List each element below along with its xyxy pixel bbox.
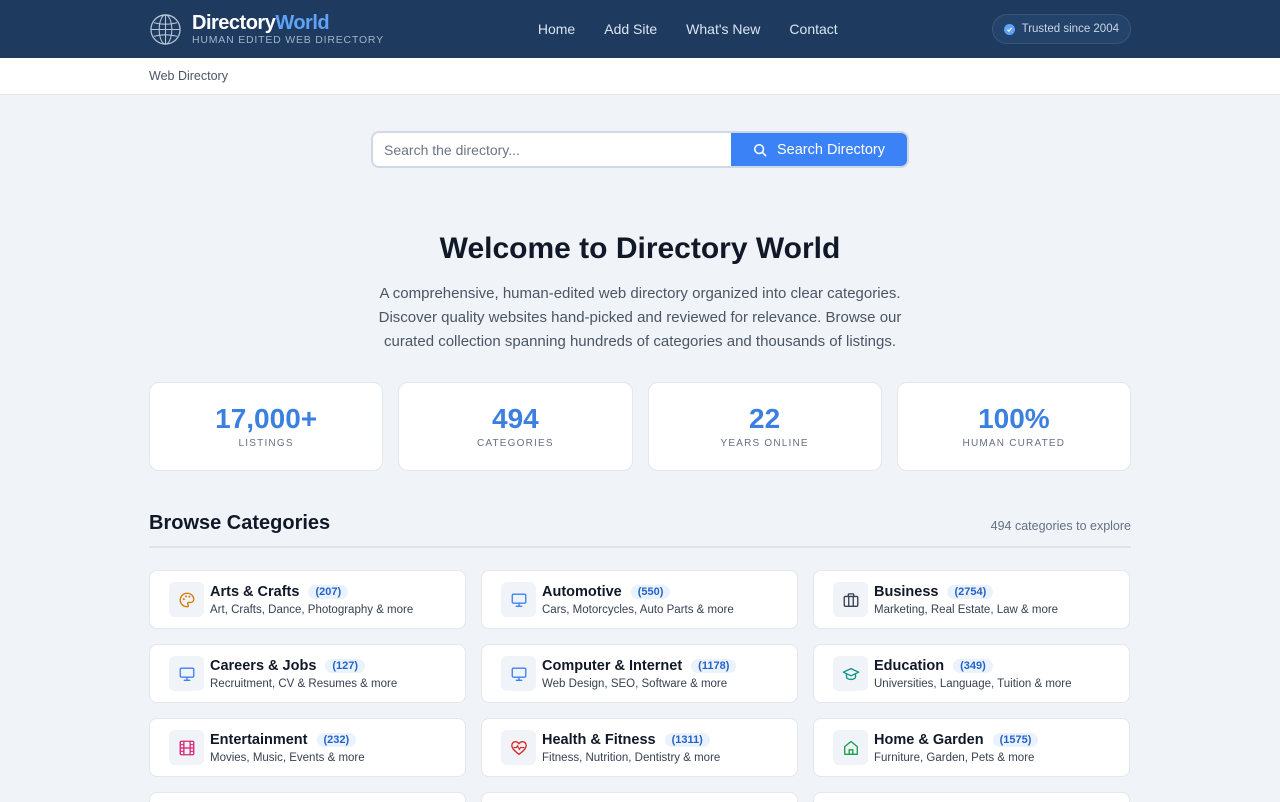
logo-title: DirectoryWorld [192, 11, 330, 34]
nav-contact[interactable]: Contact [789, 21, 837, 37]
category-subcategories: Furniture, Garden, Pets & more [874, 751, 1035, 764]
category-subcategories: Marketing, Real Estate, Law & more [874, 603, 1059, 616]
nav-add-site[interactable]: Add Site [604, 21, 657, 37]
category-card-entertainment[interactable]: Entertainment (232) Movies, Music, Event… [149, 718, 466, 777]
stats-row: 17,000+ LISTINGS 494 CATEGORIES 22 YEARS… [149, 382, 1131, 471]
logo-tagline: HUMAN EDITED WEB DIRECTORY [192, 33, 384, 46]
stat-label: YEARS ONLINE [720, 438, 809, 449]
hero-description: A comprehensive, human-edited web direct… [378, 285, 902, 350]
search-bar: Search Directory [371, 131, 909, 168]
globe-icon [150, 13, 181, 45]
monitor-icon [169, 656, 204, 691]
category-name[interactable]: Arts & Crafts [210, 584, 299, 600]
search-button-label: Search Directory [777, 141, 885, 158]
trusted-badge: Trusted since 2004 [991, 14, 1131, 44]
category-name[interactable]: Home & Garden [874, 732, 984, 748]
stat-value: 494 [492, 403, 539, 434]
category-subcategories: Movies, Music, Events & more [210, 751, 365, 764]
category-card-education[interactable]: Education (349) Universities, Language, … [813, 644, 1130, 703]
search-button[interactable]: Search Directory [731, 133, 907, 166]
category-grid: Arts & Crafts (207) Art, Crafts, Dance, … [149, 570, 1131, 802]
stat-card-years: 22 YEARS ONLINE [647, 382, 882, 471]
category-card-home-garden[interactable]: Home & Garden (1575) Furniture, Garden, … [813, 718, 1130, 777]
category-count-badge: (1311) [664, 732, 710, 747]
category-count-badge: (127) [325, 658, 366, 673]
monitor-icon [501, 582, 536, 617]
stat-label: LISTINGS [238, 438, 294, 449]
site-header: DirectoryWorld HUMAN EDITED WEB DIRECTOR… [0, 0, 1280, 58]
stat-label: HUMAN CURATED [962, 438, 1066, 449]
browse-count: 494 categories to explore [990, 519, 1131, 533]
monitor-icon [501, 656, 536, 691]
category-name[interactable]: Careers & Jobs [210, 658, 316, 674]
breadcrumb[interactable]: Web Directory [149, 69, 228, 83]
heart-pulse-icon [501, 730, 536, 765]
category-subcategories: Cars, Motorcycles, Auto Parts & more [542, 603, 734, 616]
check-badge-icon [1003, 23, 1015, 35]
category-name[interactable]: Health & Fitness [542, 732, 656, 748]
category-card-arts-crafts[interactable]: Arts & Crafts (207) Art, Crafts, Dance, … [149, 570, 466, 629]
page-title: Welcome to Directory World [439, 232, 841, 265]
category-name[interactable]: Entertainment [210, 732, 308, 748]
category-count-badge: (1575) [992, 732, 1039, 747]
nav-whats-new[interactable]: What's New [686, 21, 760, 37]
category-count-badge: (2754) [947, 584, 994, 599]
stat-card-categories: 494 CATEGORIES [398, 382, 633, 471]
category-name[interactable]: Automotive [542, 584, 622, 600]
category-card-automotive[interactable]: Automotive (550) Cars, Motorcycles, Auto… [481, 570, 798, 629]
category-name[interactable]: Computer & Internet [542, 658, 682, 674]
category-name[interactable]: Business [874, 584, 938, 600]
stat-card-curated: 100% HUMAN CURATED [896, 382, 1131, 471]
stat-value: 22 [749, 403, 781, 434]
search-icon [753, 143, 767, 156]
briefcase-icon [833, 582, 868, 617]
category-subcategories: Art, Crafts, Dance, Photography & more [210, 603, 414, 616]
category-subcategories: Recruitment, CV & Resumes & more [210, 677, 398, 690]
category-card[interactable] [813, 792, 1130, 802]
stat-label: CATEGORIES [476, 438, 554, 449]
home-icon [833, 730, 868, 765]
site-logo[interactable]: DirectoryWorld HUMAN EDITED WEB DIRECTOR… [149, 12, 384, 47]
breadcrumb-bar: Web Directory [0, 58, 1280, 95]
palette-icon [169, 582, 204, 617]
graduation-cap-icon [833, 656, 868, 691]
category-name[interactable]: Education [874, 658, 944, 674]
stat-value: 17,000+ [215, 403, 318, 434]
category-count-badge: (1178) [691, 658, 737, 673]
category-subcategories: Web Design, SEO, Software & more [542, 677, 728, 690]
category-count-badge: (207) [308, 584, 349, 599]
category-count-badge: (550) [630, 584, 671, 599]
trusted-text: Trusted since 2004 [1021, 23, 1119, 35]
category-card[interactable] [481, 792, 798, 802]
category-subcategories: Fitness, Nutrition, Dentistry & more [542, 751, 721, 764]
browse-header: Browse Categories 494 categories to expl… [149, 512, 1131, 548]
main-nav: Home Add Site What's New Contact [538, 21, 838, 37]
film-icon [169, 730, 204, 765]
category-card-health-fitness[interactable]: Health & Fitness (1311) Fitness, Nutriti… [481, 718, 798, 777]
stat-value: 100% [978, 403, 1050, 434]
browse-title: Browse Categories [149, 512, 331, 534]
category-count-badge: (349) [953, 658, 993, 673]
category-card[interactable] [149, 792, 466, 802]
category-card-business[interactable]: Business (2754) Marketing, Real Estate, … [813, 570, 1130, 629]
category-count-badge: (232) [316, 732, 357, 747]
nav-home[interactable]: Home [538, 21, 575, 37]
search-input[interactable] [373, 133, 731, 166]
stat-card-listings: 17,000+ LISTINGS [149, 382, 384, 471]
category-subcategories: Universities, Language, Tuition & more [874, 677, 1072, 690]
category-card-computer-internet[interactable]: Computer & Internet (1178) Web Design, S… [481, 644, 798, 703]
category-card-careers-jobs[interactable]: Careers & Jobs (127) Recruitment, CV & R… [149, 644, 466, 703]
